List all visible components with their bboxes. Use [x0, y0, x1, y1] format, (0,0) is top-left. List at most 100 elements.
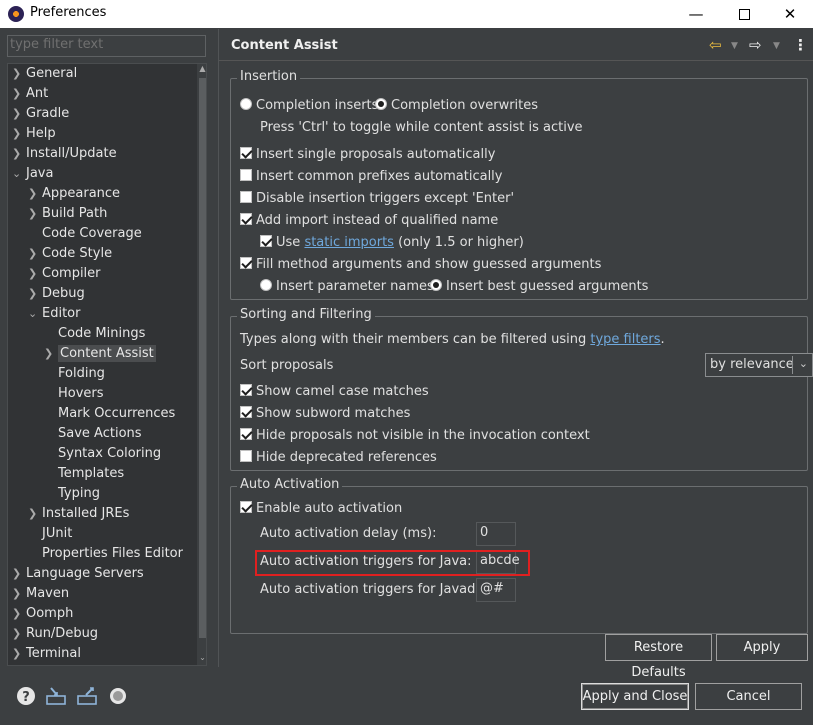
forward-arrow-icon[interactable]: ⇨ [749, 36, 762, 54]
tree-item-installed-jres[interactable]: ❯ Installed JREs [28, 504, 129, 524]
chevron-down-icon[interactable]: ⌄ [28, 304, 42, 324]
tree-item-compiler[interactable]: ❯ Compiler [28, 264, 101, 284]
tree-item-language-servers[interactable]: ❯ Language Servers [12, 564, 144, 584]
chevron-right-icon[interactable]: ❯ [12, 584, 26, 604]
tree-item-properties-files-editor[interactable]: Properties Files Editor [42, 544, 183, 564]
checkbox-icon[interactable] [240, 169, 252, 181]
chevron-right-icon[interactable]: ❯ [12, 604, 26, 624]
radio-checked-icon[interactable] [375, 98, 387, 110]
tree-item-syntax-coloring[interactable]: Syntax Coloring [58, 444, 161, 464]
apply-button[interactable]: Apply [716, 634, 808, 661]
maximize-button[interactable] [721, 0, 767, 28]
tree-item-code-coverage[interactable]: Code Coverage [42, 224, 142, 244]
radio-icon[interactable] [260, 279, 272, 291]
chevron-right-icon[interactable]: ❯ [12, 624, 26, 644]
sort-proposals-select[interactable]: by relevance ⌄ [705, 353, 813, 377]
tree-item-ant[interactable]: ❯ Ant [12, 84, 48, 104]
cancel-button[interactable]: Cancel [695, 683, 802, 710]
subword-checkbox[interactable]: Show subword matches [240, 406, 410, 421]
chevron-right-icon[interactable]: ❯ [28, 204, 42, 224]
disable-triggers-checkbox[interactable]: Disable insertion triggers except 'Enter… [240, 191, 514, 206]
tree-item-templates[interactable]: Templates [58, 464, 124, 484]
fill-method-checkbox[interactable]: Fill method arguments and show guessed a… [240, 257, 601, 272]
scroll-down-icon[interactable]: ⌄ [198, 653, 206, 662]
checkbox-icon[interactable] [240, 191, 252, 203]
completion-inserts-radio[interactable]: Completion inserts [240, 98, 378, 113]
tree-item-mark-occurrences[interactable]: Mark Occurrences [58, 404, 175, 424]
tree-item-oomph[interactable]: ❯ Oomph [12, 604, 73, 624]
chevron-right-icon[interactable]: ❯ [44, 344, 58, 364]
insert-single-checkbox[interactable]: Insert single proposals automatically [240, 147, 495, 162]
delay-input[interactable]: 0 [476, 522, 516, 546]
checkbox-checked-icon[interactable] [240, 147, 252, 159]
enable-auto-activation-checkbox[interactable]: Enable auto activation [240, 501, 402, 516]
use-static-imports-checkbox[interactable]: Use static imports (only 1.5 or higher) [260, 235, 524, 250]
chevron-right-icon[interactable]: ❯ [12, 84, 26, 104]
chevron-right-icon[interactable]: ❯ [28, 504, 42, 524]
checkbox-checked-icon[interactable] [240, 406, 252, 418]
tree-item-typing[interactable]: Typing [58, 484, 100, 504]
back-dropdown-icon[interactable]: ▼ [731, 41, 738, 51]
camel-case-checkbox[interactable]: Show camel case matches [240, 384, 429, 399]
insert-param-names-radio[interactable]: Insert parameter names [260, 279, 434, 294]
tree-item-help[interactable]: ❯ Help [12, 124, 56, 144]
checkbox-icon[interactable] [240, 450, 252, 462]
import-icon[interactable] [45, 686, 66, 706]
tree-item-install-update[interactable]: ❯ Install/Update [12, 144, 117, 164]
tree-item-content-assist[interactable]: ❯ Content Assist [44, 344, 156, 364]
chevron-right-icon[interactable]: ❯ [12, 144, 26, 164]
checkbox-checked-icon[interactable] [240, 384, 252, 396]
checkbox-checked-icon[interactable] [240, 428, 252, 440]
tree-item-hovers[interactable]: Hovers [58, 384, 104, 404]
tree-item-build-path[interactable]: ❯ Build Path [28, 204, 107, 224]
back-arrow-icon[interactable]: ⇦ [709, 36, 722, 54]
view-menu-icon[interactable]: ⋮ [793, 36, 808, 54]
oomph-record-icon[interactable] [108, 686, 128, 706]
restore-defaults-button[interactable]: Restore Defaults [605, 634, 712, 680]
tree-item-terminal[interactable]: ❯ Terminal [12, 644, 81, 664]
tree-item-junit[interactable]: JUnit [42, 524, 72, 544]
chevron-right-icon[interactable]: ❯ [28, 284, 42, 304]
type-filters-link[interactable]: type filters [590, 332, 660, 347]
filter-input[interactable]: type filter text [7, 35, 206, 57]
radio-icon[interactable] [240, 98, 252, 110]
apply-and-close-button[interactable]: Apply and Close [581, 683, 689, 710]
scroll-up-icon[interactable]: ▲ [198, 64, 206, 73]
tree-item-debug[interactable]: ❯ Debug [28, 284, 85, 304]
checkbox-checked-icon[interactable] [260, 235, 272, 247]
chevron-right-icon[interactable]: ❯ [12, 644, 26, 664]
radio-checked-icon[interactable] [430, 279, 442, 291]
tree-item-java[interactable]: ⌄ Java [12, 164, 53, 184]
chevron-right-icon[interactable]: ❯ [12, 564, 26, 584]
scrollbar-thumb[interactable] [199, 78, 206, 638]
checkbox-checked-icon[interactable] [240, 501, 252, 513]
chevron-right-icon[interactable]: ❯ [12, 124, 26, 144]
export-icon[interactable] [76, 686, 97, 706]
tree-item-code-minings[interactable]: Code Minings [58, 324, 145, 344]
tree-item-editor[interactable]: ⌄ Editor [28, 304, 80, 324]
tree-item-folding[interactable]: Folding [58, 364, 105, 384]
add-import-checkbox[interactable]: Add import instead of qualified name [240, 213, 498, 228]
forward-dropdown-icon[interactable]: ▼ [773, 41, 780, 51]
static-imports-link[interactable]: static imports [304, 235, 394, 250]
checkbox-checked-icon[interactable] [240, 257, 252, 269]
insert-common-checkbox[interactable]: Insert common prefixes automatically [240, 169, 503, 184]
completion-overwrites-radio[interactable]: Completion overwrites [375, 98, 538, 113]
chevron-right-icon[interactable]: ❯ [28, 184, 42, 204]
tree-item-maven[interactable]: ❯ Maven [12, 584, 69, 604]
tree-item-code-style[interactable]: ❯ Code Style [28, 244, 112, 264]
chevron-right-icon[interactable]: ❯ [12, 104, 26, 124]
tree-item-appearance[interactable]: ❯ Appearance [28, 184, 120, 204]
tree-item-run-debug[interactable]: ❯ Run/Debug [12, 624, 98, 644]
chevron-right-icon[interactable]: ❯ [12, 64, 26, 84]
hide-not-visible-checkbox[interactable]: Hide proposals not visible in the invoca… [240, 428, 590, 443]
javadoc-triggers-input[interactable]: @# [476, 578, 516, 602]
tree-item-gradle[interactable]: ❯ Gradle [12, 104, 69, 124]
tree-scrollbar[interactable]: ▲ ⌄ [197, 64, 206, 665]
help-icon[interactable]: ? [16, 686, 36, 706]
chevron-down-icon[interactable]: ⌄ [12, 164, 26, 184]
tree-item-save-actions[interactable]: Save Actions [58, 424, 142, 444]
chevron-right-icon[interactable]: ❯ [28, 244, 42, 264]
chevron-right-icon[interactable]: ❯ [28, 264, 42, 284]
tree-item-general[interactable]: ❯ General [12, 64, 77, 84]
